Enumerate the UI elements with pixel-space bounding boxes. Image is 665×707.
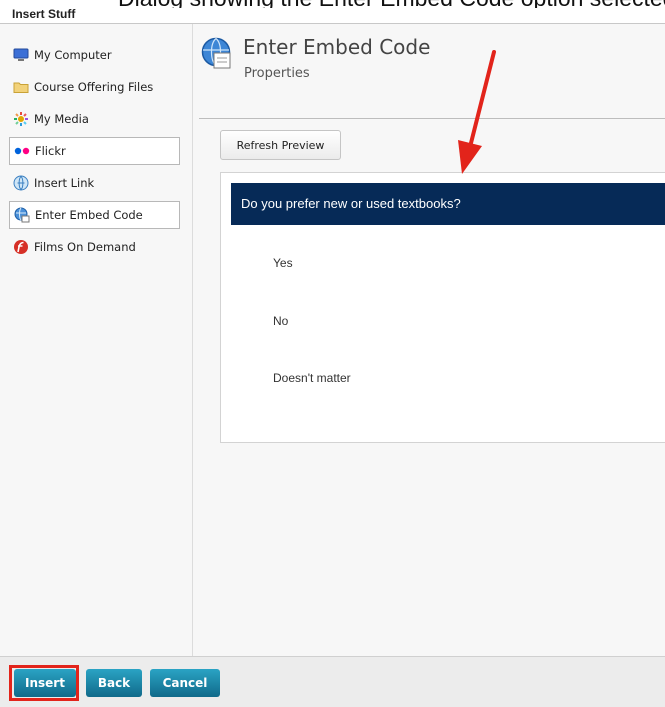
poll-option-yes[interactable]: Yes [273,256,293,270]
insert-stuff-dialog: My Computer Course Offering Files My Med… [0,23,665,707]
dialog-title-bar: Insert Stuff [0,7,665,23]
sidebar-item-course-offering-files[interactable]: Course Offering Files [9,73,180,101]
embed-globe-icon [201,37,233,71]
flickr-icon [14,143,30,159]
refresh-preview-button[interactable]: Refresh Preview [220,130,341,160]
header-divider [199,118,665,119]
clipped-caption: Dialog showing the Enter Embed Code opti… [0,0,665,8]
media-icon [13,111,29,127]
sidebar-item-label: Insert Link [34,176,95,190]
sidebar-item-my-computer[interactable]: My Computer [9,41,180,69]
computer-icon [13,47,29,63]
sidebar-item-my-media[interactable]: My Media [9,105,180,133]
page-title: Enter Embed Code [243,35,431,59]
sidebar-item-label: Films On Demand [34,240,136,254]
main-panel: Enter Embed Code Properties Refresh Prev… [193,24,665,656]
insert-highlight-box [9,665,79,701]
sidebar-item-flickr[interactable]: Flickr [9,137,180,165]
films-icon [13,239,29,255]
caption-text: Dialog showing the Enter Embed Code opti… [118,0,665,8]
back-button[interactable]: Back [86,669,142,697]
page-subtitle: Properties [244,66,310,81]
dialog-title: Insert Stuff [12,7,76,21]
sidebar-item-label: Course Offering Files [34,80,154,94]
embed-icon [14,207,30,223]
poll-option-doesnt-matter[interactable]: Doesn't matter [273,371,351,385]
cancel-button[interactable]: Cancel [150,669,220,697]
poll-question-bar: Do you prefer new or used textbooks? [231,183,665,225]
sidebar-item-label: Enter Embed Code [35,208,143,222]
folder-icon [13,79,29,95]
poll-option-no[interactable]: No [273,314,288,328]
embed-preview-panel: Do you prefer new or used textbooks? Yes… [220,172,665,443]
sidebar-item-insert-link[interactable]: Insert Link [9,169,180,197]
link-icon [13,175,29,191]
sidebar-item-label: Flickr [35,144,66,158]
sidebar-item-label: My Media [34,112,89,126]
sidebar-item-enter-embed-code[interactable]: Enter Embed Code [9,201,180,229]
dialog-footer: Insert Back Cancel [0,656,665,707]
poll-question: Do you prefer new or used textbooks? [241,196,461,211]
sidebar-item-films-on-demand[interactable]: Films On Demand [9,233,180,261]
sidebar-item-label: My Computer [34,48,112,62]
sidebar: My Computer Course Offering Files My Med… [0,24,193,656]
